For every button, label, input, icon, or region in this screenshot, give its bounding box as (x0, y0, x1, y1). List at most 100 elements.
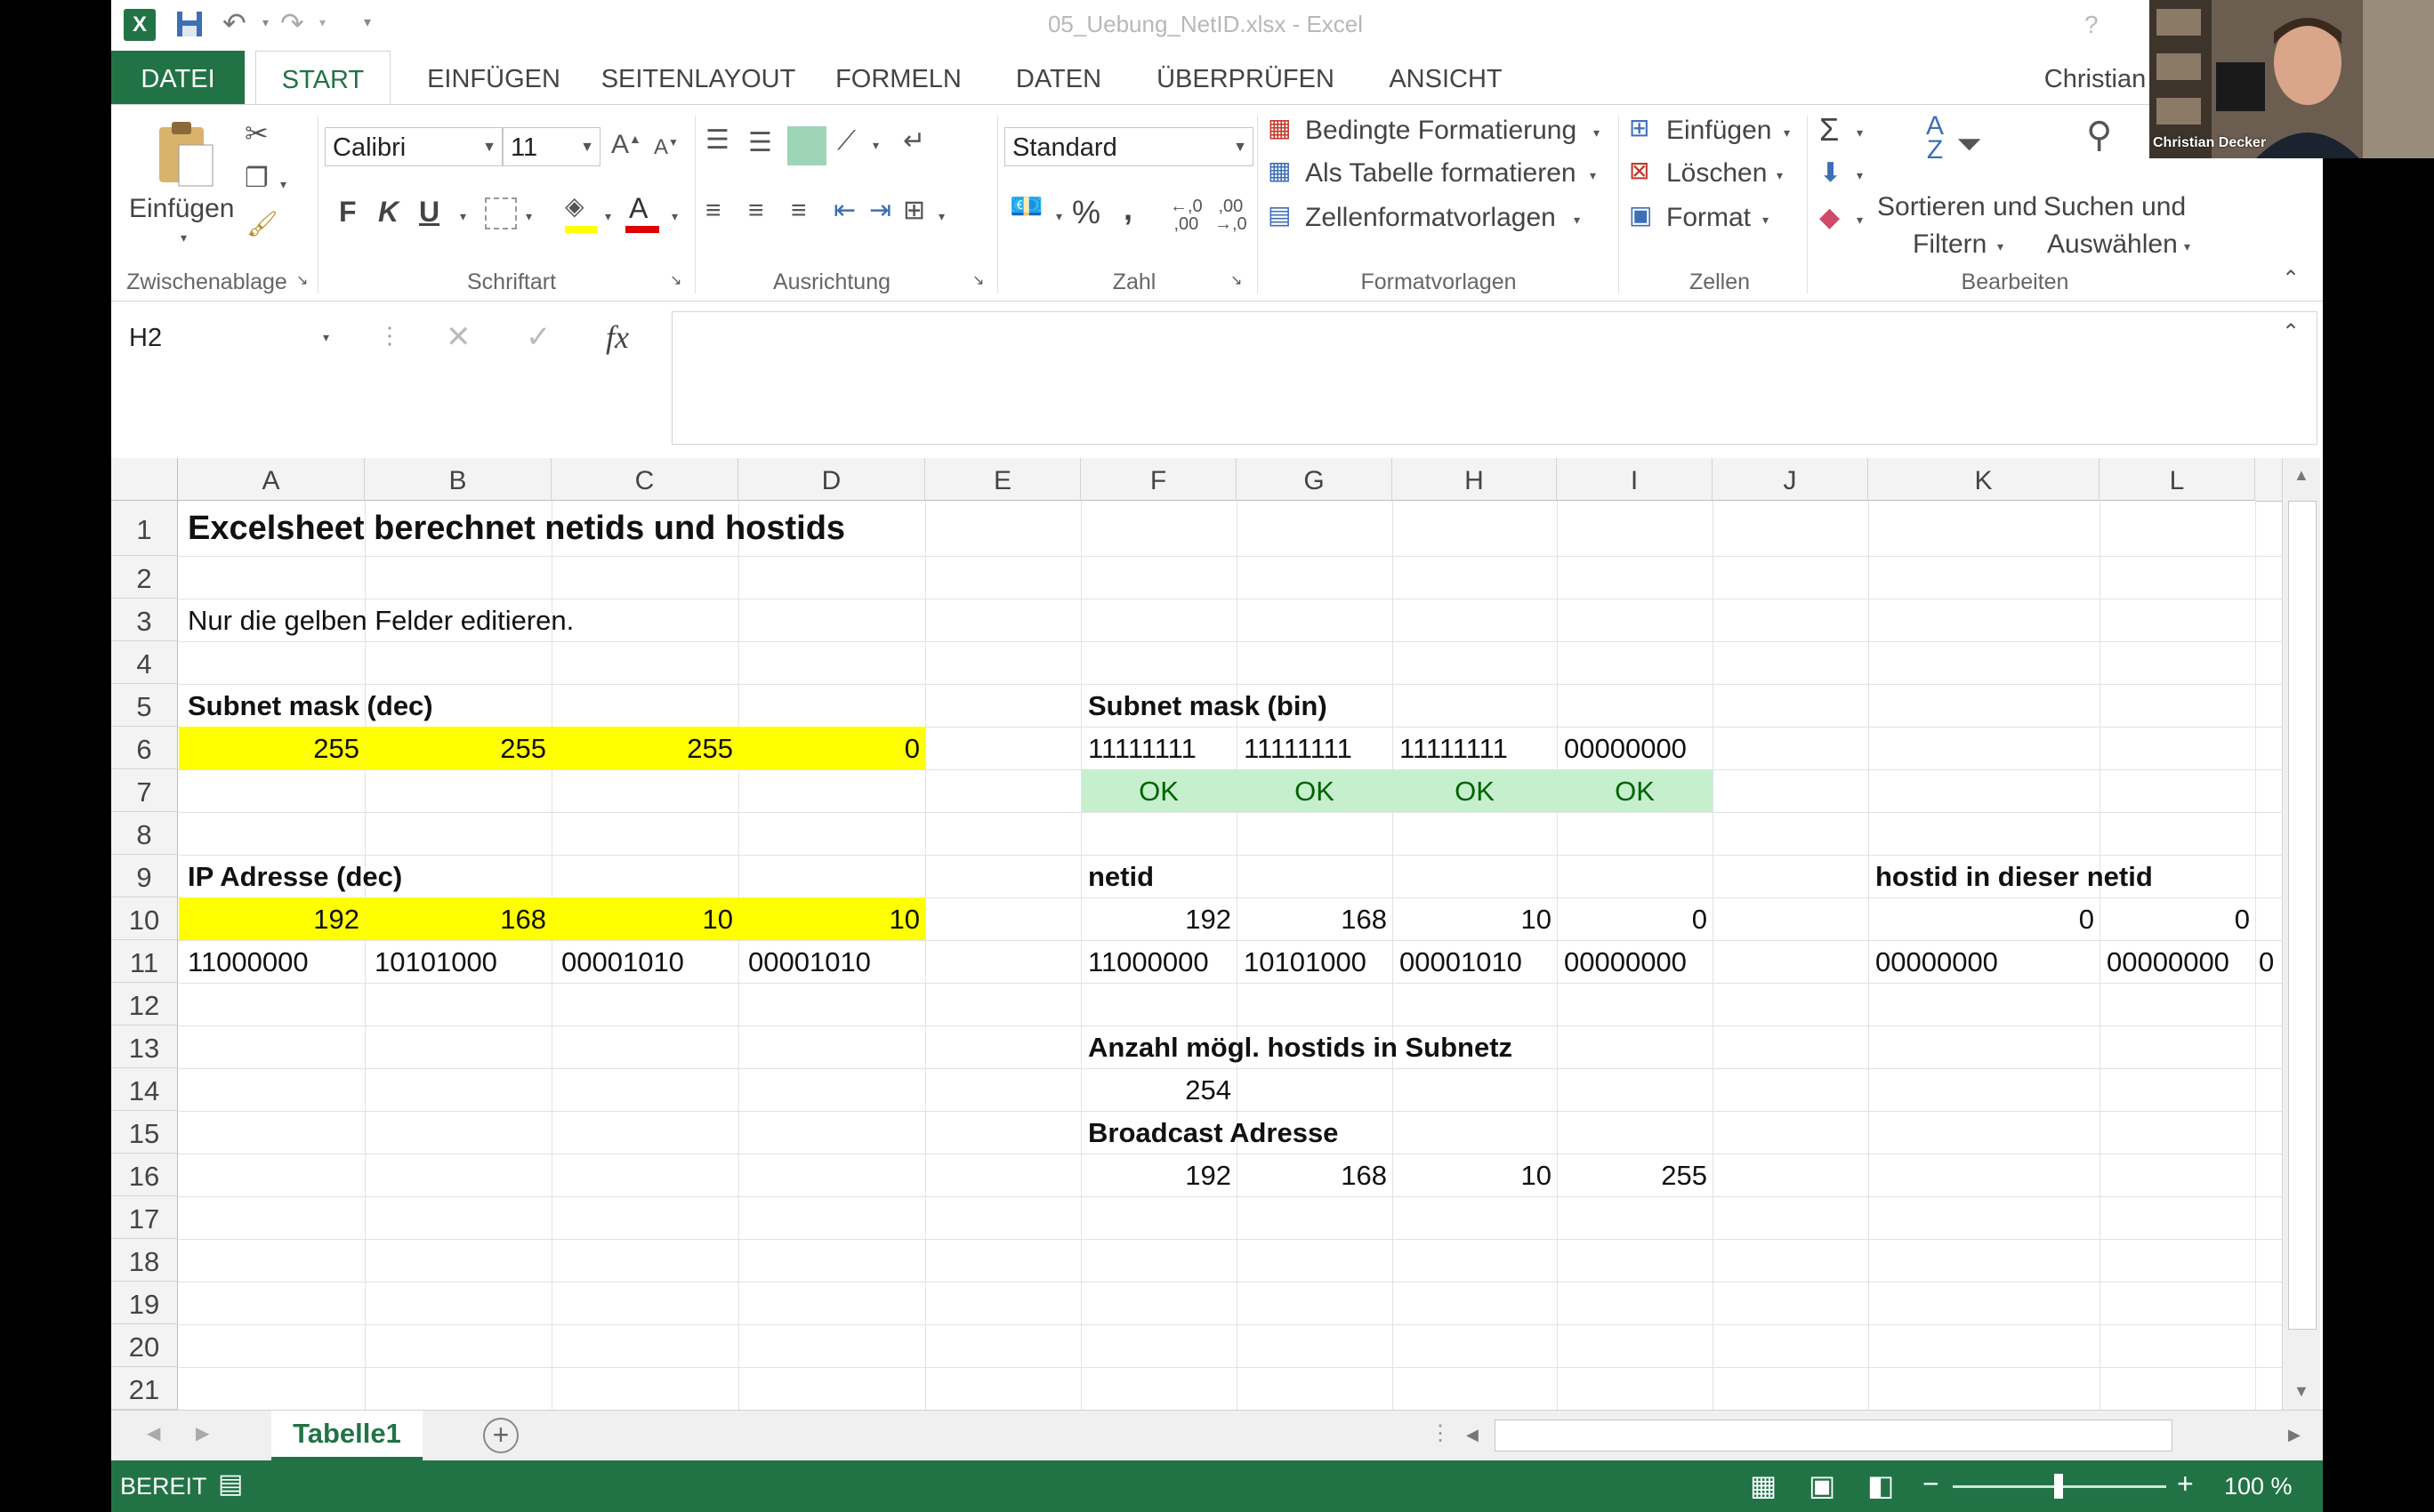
font-name-combo[interactable]: Calibri ▼ (325, 127, 503, 166)
align-middle-icon[interactable]: ☰ (748, 130, 772, 157)
cell-h10[interactable]: 10 (1392, 897, 1557, 940)
save-icon[interactable] (173, 9, 206, 41)
cell-i16[interactable]: 255 (1557, 1154, 1713, 1196)
sort-dropdown-icon[interactable]: ▾ (1997, 240, 2003, 253)
cut-icon[interactable]: ✂ (245, 119, 269, 148)
percent-button[interactable]: % (1072, 194, 1100, 231)
wrap-text-icon[interactable]: ↵ (903, 128, 925, 155)
row-header-5[interactable]: 5 (111, 684, 178, 727)
insert-cells-icon[interactable]: ⊞ (1629, 116, 1649, 141)
decrease-decimal-icon[interactable]: ,00 →,0 (1214, 197, 1247, 233)
row-header-13[interactable]: 13 (111, 1025, 178, 1068)
vertical-scroll-thumb[interactable] (2288, 501, 2317, 1330)
autosum-dropdown-icon[interactable]: ▾ (1857, 126, 1863, 139)
redo-dropdown-icon[interactable]: ▾ (319, 16, 326, 28)
delete-cells-icon[interactable]: ⊠ (1629, 158, 1649, 183)
formula-input[interactable] (672, 311, 2317, 445)
alignment-launcher-icon[interactable]: ↘ (972, 274, 984, 288)
cell-k11[interactable]: 00000000 (1870, 940, 2003, 983)
zoom-out-icon[interactable]: − (1922, 1469, 1939, 1498)
accounting-dropdown-icon[interactable]: ▾ (1056, 210, 1062, 222)
cell-g10[interactable]: 168 (1237, 897, 1392, 940)
column-header-d[interactable]: D (738, 458, 925, 501)
conditional-format-icon[interactable]: ▦ (1268, 116, 1291, 141)
format-cells-button[interactable]: Format (1666, 203, 1751, 233)
font-size-combo[interactable]: 11 ▼ (503, 127, 600, 166)
autosum-icon[interactable]: Σ (1819, 114, 1839, 146)
increase-indent-icon[interactable]: ⇥ (869, 197, 891, 224)
row-header-15[interactable]: 15 (111, 1111, 178, 1154)
cell-i7[interactable]: OK (1557, 769, 1713, 812)
fill-color-icon[interactable]: ◈ (565, 194, 584, 219)
row-header-4[interactable]: 4 (111, 641, 178, 684)
cell-k10[interactable]: 0 (1868, 897, 2100, 940)
next-sheet-icon[interactable]: ▶ (196, 1425, 209, 1443)
fill-dropdown-icon[interactable]: ▾ (605, 210, 611, 222)
column-header-h[interactable]: H (1392, 458, 1557, 501)
row-header-8[interactable]: 8 (111, 812, 178, 855)
cell-c6[interactable]: 255 (552, 727, 738, 769)
decrease-font-icon[interactable]: A▼ (654, 137, 679, 158)
row-header-21[interactable]: 21 (111, 1367, 178, 1410)
undo-icon[interactable]: ↶ (222, 9, 246, 37)
row-header-3[interactable]: 3 (111, 599, 178, 641)
undo-dropdown-icon[interactable]: ▾ (262, 16, 269, 28)
tab-ansicht[interactable]: ANSICHT (1366, 51, 1526, 104)
cell-g7[interactable]: OK (1237, 769, 1392, 812)
worksheet-grid[interactable]: A B C D E F G H I J K L 1 2 3 4 5 6 7 8 … (111, 458, 2323, 1417)
cell-g11[interactable]: 10101000 (1238, 940, 1372, 983)
column-header-f[interactable]: F (1081, 458, 1237, 501)
bold-button[interactable]: F (339, 196, 357, 229)
column-header-k[interactable]: K (1868, 458, 2100, 501)
cell-d11[interactable]: 00001010 (743, 940, 876, 983)
conditional-format-button[interactable]: Bedingte Formatierung (1305, 116, 1576, 146)
cell-f16[interactable]: 192 (1081, 1154, 1237, 1196)
column-header-l[interactable]: L (2100, 458, 2255, 501)
row-header-2[interactable]: 2 (111, 556, 178, 599)
zoom-level[interactable]: 100 % (2224, 1473, 2293, 1500)
borders-dropdown-icon[interactable]: ▾ (526, 210, 532, 222)
font-launcher-icon[interactable]: ↘ (670, 274, 681, 288)
comma-button[interactable]: , (1124, 190, 1132, 228)
column-header-e[interactable]: E (925, 458, 1081, 501)
cell-f7[interactable]: OK (1081, 769, 1237, 812)
format-as-table-button[interactable]: Als Tabelle formatieren (1305, 158, 1576, 189)
align-bottom-icon[interactable] (787, 126, 826, 165)
align-left-icon[interactable]: ≡ (705, 197, 721, 224)
underline-dropdown-icon[interactable]: ▾ (460, 210, 466, 222)
insert-function-button[interactable]: fx (606, 318, 629, 356)
scroll-up-icon[interactable]: ▲ (2293, 467, 2309, 483)
zoom-in-icon[interactable]: + (2177, 1469, 2194, 1498)
font-color-dropdown-icon[interactable]: ▾ (672, 210, 678, 222)
cell-i6[interactable]: 00000000 (1559, 727, 1692, 769)
borders-icon[interactable] (485, 197, 517, 229)
horizontal-scrollbar[interactable]: ◀ ▶ (1459, 1416, 2313, 1455)
cell-m11[interactable]: 0 (2257, 940, 2284, 983)
cell-k9[interactable]: hostid in dieser netid (1870, 855, 2158, 897)
column-header-g[interactable]: G (1237, 458, 1392, 501)
confirm-entry-icon[interactable]: ✓ (526, 322, 552, 352)
collapse-formula-bar-icon[interactable]: ⌃ (2282, 322, 2300, 343)
insert-cells-button[interactable]: Einfügen (1666, 116, 1771, 146)
delete-cells-button[interactable]: Löschen (1666, 158, 1767, 189)
tab-daten[interactable]: DATEN (992, 51, 1125, 104)
format-painter-icon[interactable]: 🖌 (246, 212, 278, 237)
name-box-dropdown-icon[interactable]: ▾ (323, 331, 329, 343)
help-icon[interactable]: ? (2084, 12, 2099, 37)
zoom-slider[interactable] (1953, 1474, 2166, 1499)
horizontal-scroll-thumb[interactable] (1495, 1420, 2172, 1452)
column-header-j[interactable]: J (1713, 458, 1868, 501)
clipboard-launcher-icon[interactable]: ↘ (296, 274, 308, 288)
cell-h11[interactable]: 00001010 (1394, 940, 1527, 983)
user-name[interactable]: Christian (2024, 51, 2166, 104)
cell-a3[interactable]: Nur die gelben Felder editieren. (182, 599, 579, 641)
insert-dropdown-icon[interactable]: ▾ (1784, 126, 1790, 139)
cell-f11[interactable]: 11000000 (1083, 940, 1214, 983)
clear-dropdown-icon[interactable]: ▾ (1857, 213, 1863, 226)
tab-seitenlayout[interactable]: SEITENLAYOUT (592, 51, 805, 104)
tab-einfuegen[interactable]: EINFÜGEN (405, 51, 583, 104)
row-header-10[interactable]: 10 (111, 897, 178, 940)
cell-f13[interactable]: Anzahl mögl. hostids in Subnetz (1083, 1025, 1518, 1068)
format-dropdown-icon[interactable]: ▾ (1762, 213, 1769, 226)
align-center-icon[interactable]: ≡ (748, 197, 764, 224)
